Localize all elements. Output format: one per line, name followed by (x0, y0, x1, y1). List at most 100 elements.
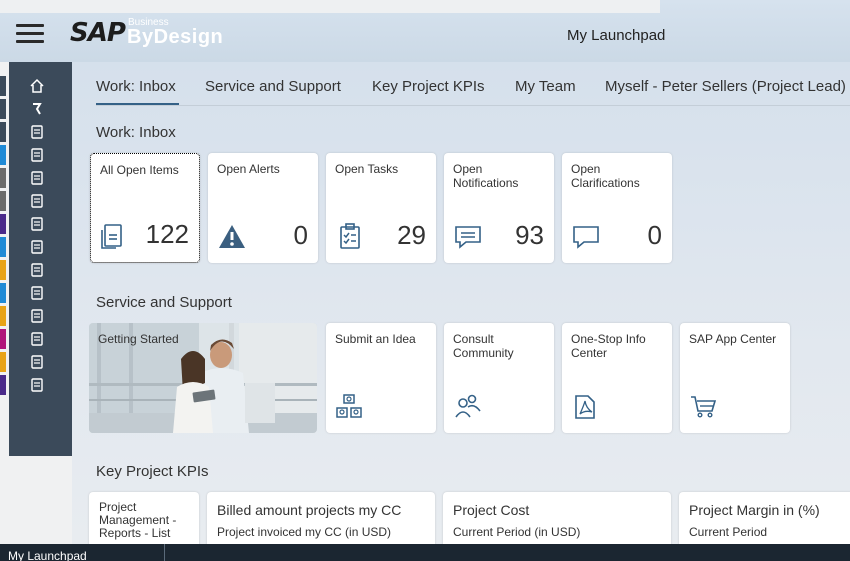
contact-card-icon (31, 286, 43, 300)
kpi-tile-3[interactable]: Project Cost Current Period (in USD) (443, 492, 671, 544)
kpi-tile-title: Project Management - Reports - List (99, 500, 177, 540)
kpi-tile-title: Billed amount projects my CC (217, 502, 402, 518)
sidebar-item-document-add[interactable] (0, 145, 72, 165)
sidebar-item-org-chart[interactable] (0, 122, 72, 142)
tab-myself[interactable]: Myself - Peter Sellers (Project Lead) (605, 78, 846, 95)
kpi-tile-2[interactable]: Billed amount projects my CC Project invo… (207, 492, 435, 544)
kpi-tile-subtitle: Current Period (689, 525, 768, 539)
tab-my-team[interactable]: My Team (515, 78, 576, 95)
app-window: SAP Business ByDesign My Launchpad Work:… (0, 0, 850, 561)
tile-count: 29 (397, 220, 426, 250)
alert-icon (219, 225, 245, 248)
tile-count: 0 (293, 220, 308, 250)
sidebar-item-receipt[interactable] (0, 214, 72, 234)
cart-icon (691, 396, 717, 418)
people-icon (31, 171, 43, 185)
pdf-document-icon (575, 395, 595, 419)
sidebar-item-money-doc[interactable] (0, 260, 72, 280)
taskbar-item-my-launchpad[interactable]: My Launchpad (0, 544, 165, 561)
inbox-tile-open-tasks[interactable]: Open Tasks 29 (326, 153, 436, 263)
community-icon (455, 394, 481, 418)
logo-brand: SAP (70, 18, 126, 48)
message-icon (455, 226, 481, 249)
tile-count: 0 (647, 220, 662, 250)
sidebar-accent (0, 283, 6, 303)
sidebar-accent (0, 375, 6, 395)
service-tile-submit-an-idea[interactable]: Submit an Idea (326, 323, 436, 433)
calendar-icon (31, 332, 43, 346)
tile-count: 122 (145, 219, 189, 249)
tile-title: One-Stop Info Center (571, 332, 646, 360)
section-title-kpis: Key Project KPIs (96, 463, 209, 480)
tile-title: Open Clarifications (571, 162, 640, 190)
sidebar-item-id-card[interactable] (0, 237, 72, 257)
tile-title: Open Notifications (453, 162, 519, 190)
sidebar-accent (0, 329, 6, 349)
tile-title: Open Tasks (335, 162, 399, 176)
id-card-icon (31, 240, 43, 254)
tile-title-getting-started: Getting Started (98, 332, 179, 346)
tab-work-inbox[interactable]: Work: Inbox (96, 78, 176, 95)
service-tile-one-stop-info-center[interactable]: One-Stop Info Center (562, 323, 672, 433)
kpi-tile-1[interactable]: Project Management - Reports - List (89, 492, 199, 544)
sidebar-item-calendar[interactable] (0, 329, 72, 349)
kpi-tile-subtitle: Current Period (in USD) (453, 525, 581, 539)
kpi-tile-title: Project Margin in (%) (689, 502, 820, 518)
sidebar-item-home[interactable] (0, 76, 72, 96)
sidebar-item-person-list[interactable] (0, 306, 72, 326)
sidebar-accent (0, 306, 6, 326)
shell-title: My Launchpad (567, 27, 666, 44)
person-list-icon (31, 309, 43, 323)
inbox-tile-open-clarifications[interactable]: Open Clarifications 0 (562, 153, 672, 263)
sidebar-item-edit[interactable] (0, 375, 72, 395)
sidebar-item-contact-card[interactable] (0, 283, 72, 303)
tile-title: SAP App Center (689, 332, 777, 346)
hamburger-menu-icon[interactable] (16, 24, 44, 46)
sidebar-accent (0, 145, 6, 165)
inbox-tile-open-notifications[interactable]: Open Notifications 93 (444, 153, 554, 263)
tile-count: 93 (515, 220, 544, 250)
sidebar-accent (0, 214, 6, 234)
home-icon (30, 78, 44, 93)
section-title-service: Service and Support (96, 294, 232, 311)
service-tile-sap-app-center[interactable]: SAP App Center (680, 323, 790, 433)
service-tile-consult-community[interactable]: Consult Community (444, 323, 554, 433)
sidebar-accent (0, 352, 6, 372)
active-tab-indicator (96, 103, 179, 105)
sidebar-accent (0, 76, 6, 96)
tab-service-support[interactable]: Service and Support (205, 78, 341, 95)
list-icon (31, 355, 43, 369)
sidebar-item-people[interactable] (0, 168, 72, 188)
kpi-tile-4[interactable]: Project Margin in (%) Current Period (679, 492, 850, 544)
tile-title: All Open Items (100, 163, 179, 177)
launchpad-content: Work: Inbox Service and Support Key Proj… (72, 62, 850, 544)
kpi-tile-subtitle: Project invoiced my CC (in USD) (217, 525, 392, 539)
tab-divider (96, 105, 850, 106)
getting-started-tile[interactable]: Getting Started (89, 323, 317, 433)
sidebar-item-list[interactable] (0, 352, 72, 372)
receipt-icon (31, 217, 43, 231)
kpi-tile-title: Project Cost (453, 502, 530, 518)
shell-top-margin (0, 0, 660, 13)
inbox-tile-open-alerts[interactable]: Open Alerts 0 (208, 153, 318, 263)
money-doc-icon (31, 263, 43, 277)
section-title-inbox: Work: Inbox (96, 124, 176, 141)
sidebar-item-clipboard[interactable] (0, 191, 72, 211)
taskbar: My Launchpad (0, 544, 850, 561)
document-add-icon (31, 148, 43, 162)
inbox-tile-all-open-items[interactable]: All Open Items 122 (90, 153, 200, 263)
refresh-icon (33, 103, 42, 115)
tile-title: Open Alerts (217, 162, 280, 176)
document-list-icon (101, 224, 122, 249)
sidebar-item-refresh[interactable] (0, 99, 72, 119)
clipboard-icon (31, 194, 43, 208)
sidebar-accent (0, 99, 6, 119)
sidebar-accent (0, 191, 6, 211)
idea-network-icon (336, 394, 362, 418)
task-clipboard-icon (340, 223, 360, 249)
logo-product: ByDesign (127, 26, 224, 48)
sidebar-accent (0, 122, 6, 142)
sidebar-accent (0, 260, 6, 280)
org-chart-icon (31, 125, 43, 139)
tab-key-project-kpis[interactable]: Key Project KPIs (372, 78, 485, 95)
